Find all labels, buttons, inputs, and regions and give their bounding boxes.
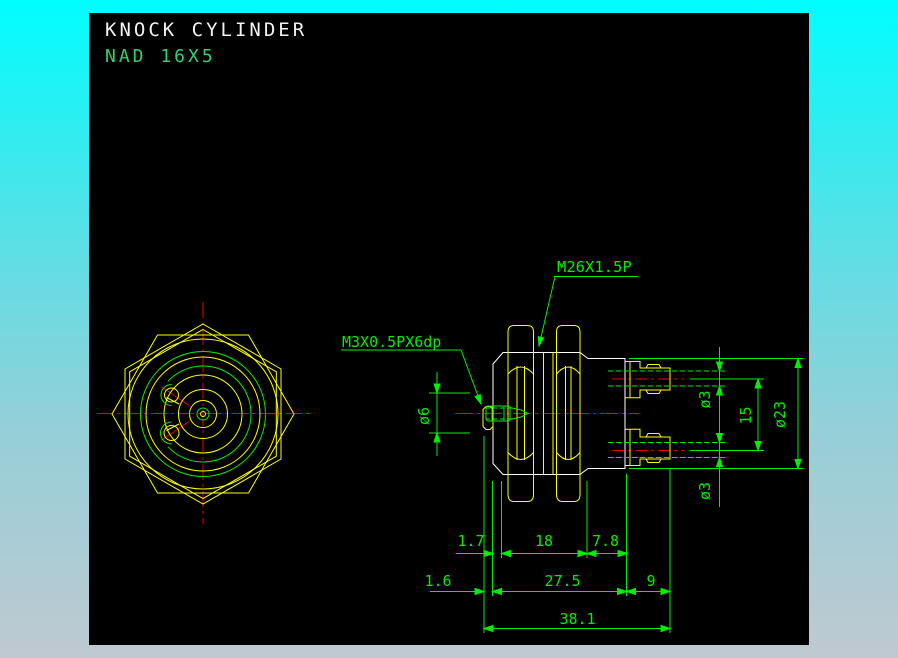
dim-1-7-text: 1.7 <box>457 532 484 550</box>
port-callout-leader <box>341 349 482 406</box>
front-view <box>97 302 311 524</box>
dim-port-dia-bottom-text: ø3 <box>696 482 714 500</box>
dim-boss-dia-text: ø6 <box>415 407 433 425</box>
thread-callout-leader <box>537 276 638 348</box>
drawing-title: KNOCK CYLINDER <box>105 19 308 41</box>
thread-callout-text: M26X1.5P <box>557 258 632 276</box>
port-hidden-lines <box>608 370 725 458</box>
bottom-extension-lines <box>483 436 671 633</box>
port-callout-text: M3X0.5PX6dp <box>342 333 441 351</box>
dim-38-1-text: 38.1 <box>559 610 595 628</box>
side-view <box>455 325 725 502</box>
dim-18-text: 18 <box>535 532 553 550</box>
dim-7-8-text: 7.8 <box>592 532 619 550</box>
part-number: NAD 16X5 <box>105 46 216 67</box>
dim-1-6-text: 1.6 <box>424 572 451 590</box>
cad-application: { "title": { "line1": "KNOCK CYLINDER", … <box>0 0 898 658</box>
dim-port-dia-top-text: ø3 <box>696 390 714 408</box>
dim-port-spacing-text: 15 <box>737 406 755 424</box>
rear-port-top <box>625 361 671 399</box>
dim-9-text: 9 <box>646 572 655 590</box>
dim-body-dia-text: ø23 <box>771 401 789 428</box>
dim-27-5-text: 27.5 <box>544 572 580 590</box>
rear-port-bottom <box>625 428 671 466</box>
drawing-sheet: M26X1.5P M3X0.5PX6dp ø6 ø3 ø3 15 ø23 1.7… <box>97 258 803 633</box>
drawing-canvas[interactable]: KNOCK CYLINDER NAD 16X5 M26X1.5P M3X0.5P… <box>89 13 809 645</box>
dim-row1 <box>456 549 629 558</box>
